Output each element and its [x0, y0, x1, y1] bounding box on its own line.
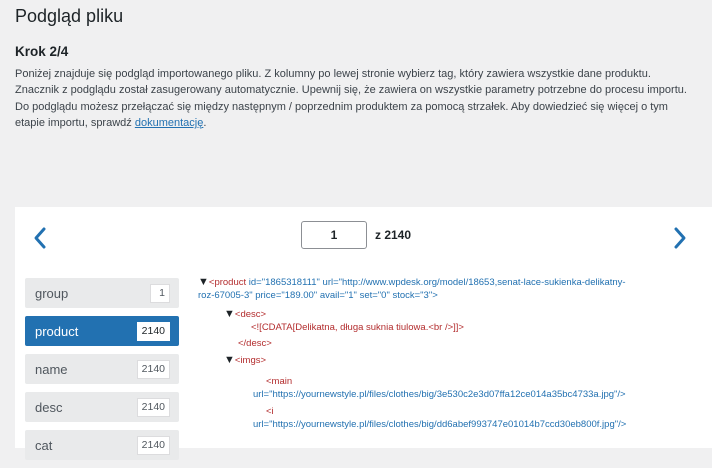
description-line-4-suffix: . [203, 116, 207, 129]
preview-panel: z 2140 group 1 product 2140 name 2140 de… [15, 207, 712, 460]
collapse-triangle-icon[interactable]: ▼ [198, 276, 209, 288]
tag-item-name[interactable]: name 2140 [25, 354, 179, 384]
tag-count-badge: 2140 [136, 435, 170, 455]
xml-i-tag: <i [266, 406, 274, 417]
xml-product-attrs-cont: roz-67005-3" price="189.00" avail="1" se… [198, 290, 438, 301]
xml-product-attrs: id="1865318111" url="http://www.wpdesk.o… [246, 277, 626, 288]
description-line-1: Poniżej znajduje się podgląd importowane… [15, 68, 651, 80]
xml-desc-tag: <desc> [234, 309, 267, 320]
tag-name: group [35, 285, 69, 301]
tag-item-cat[interactable]: cat 2140 [25, 430, 179, 460]
previous-product-button[interactable] [31, 226, 51, 250]
product-total-label: z 2140 [375, 228, 412, 242]
xml-imgs-line: ▼<imgs> [224, 354, 266, 368]
page-title: Podgląd pliku [15, 6, 124, 26]
documentation-link[interactable]: dokumentację [135, 117, 204, 129]
tag-name: product [35, 323, 79, 339]
tag-name: cat [35, 437, 53, 453]
collapse-triangle-icon[interactable]: ▼ [224, 308, 235, 320]
xml-cdata: <![CDATA[Delikatna, długa suknia tiulowa… [251, 322, 464, 333]
product-index-input[interactable] [301, 221, 367, 249]
xml-i-url-line: url="https://yournewstyle.pl/files/cloth… [253, 419, 626, 432]
xml-product-line: ▼<product id="1865318111" url="http://ww… [198, 276, 626, 290]
tag-count-badge: 2140 [136, 397, 170, 417]
next-product-button[interactable] [669, 226, 689, 250]
xml-main-url: url="https://yournewstyle.pl/files/cloth… [253, 389, 626, 400]
tag-name: name [35, 361, 68, 377]
description-line-2: Znacznik z podglądu został zasugerowany … [15, 84, 687, 97]
tag-name: desc [35, 399, 63, 415]
chevron-left-icon [34, 227, 46, 249]
xml-desc-close: </desc> [238, 338, 272, 349]
xml-product-tag: <product [208, 277, 247, 288]
xml-i-url: url="https://yournewstyle.pl/files/cloth… [253, 419, 627, 430]
description-line-4: etapie importu, sprawdź [15, 116, 135, 129]
description-line-3: Do podglądu możesz przełączać się między… [15, 100, 668, 113]
tag-list: group 1 product 2140 name 2140 desc 2140… [25, 278, 179, 468]
tag-item-desc[interactable]: desc 2140 [25, 392, 179, 422]
tag-count-badge: 2140 [136, 359, 170, 379]
xml-imgs-tag: <imgs> [234, 355, 267, 366]
tag-count-badge: 2140 [136, 321, 170, 341]
chevron-right-icon [674, 227, 686, 249]
collapse-triangle-icon[interactable]: ▼ [224, 354, 235, 366]
tag-item-product[interactable]: product 2140 [25, 316, 179, 346]
xml-main-url-line: url="https://yournewstyle.pl/files/cloth… [253, 389, 626, 402]
xml-cdata-line: <![CDATA[Delikatna, długa suknia tiulowa… [251, 322, 464, 335]
xml-desc-line: ▼<desc> [224, 308, 266, 322]
step-indicator: Krok 2/4 [15, 44, 69, 59]
xml-main-tag: <main [266, 376, 293, 387]
tag-item-group[interactable]: group 1 [25, 278, 179, 308]
step-description: Poniżej znajduje się podgląd importowane… [15, 66, 705, 131]
tag-count-badge: 1 [150, 283, 170, 303]
